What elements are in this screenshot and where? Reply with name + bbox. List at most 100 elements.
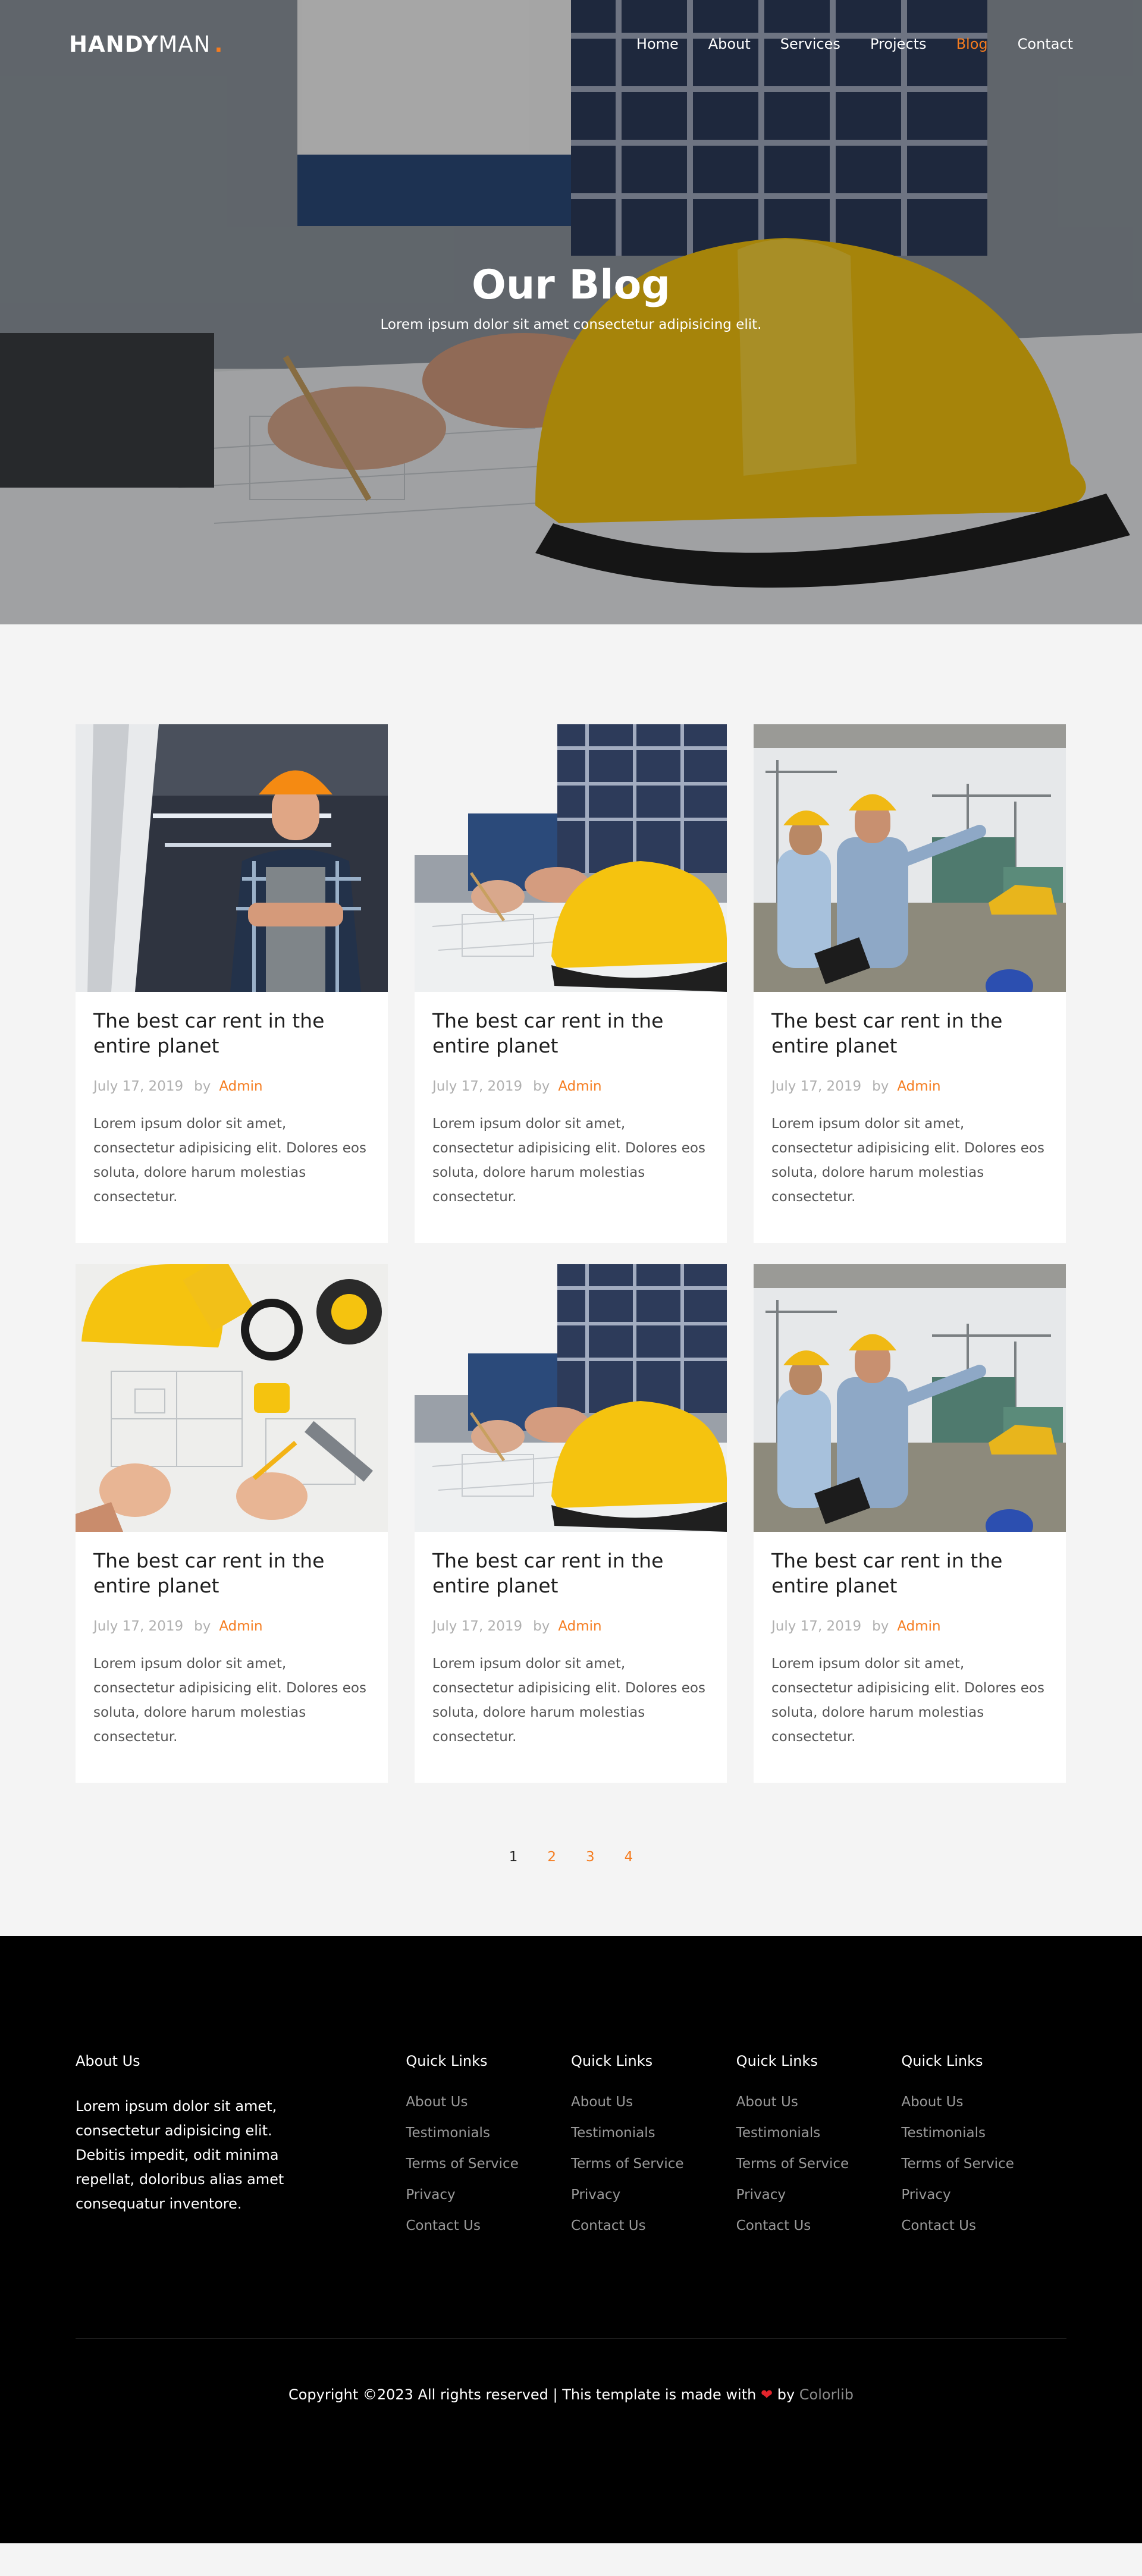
- copyright-by: by: [777, 2386, 795, 2403]
- post-image[interactable]: [76, 724, 388, 992]
- post-by: by: [194, 1079, 211, 1094]
- site-footer: About Us Lorem ipsum dolor sit amet, con…: [0, 1936, 1142, 2543]
- colorlib-link[interactable]: Colorlib: [799, 2386, 854, 2403]
- page-link-3[interactable]: 3: [586, 1849, 595, 1865]
- post-date: July 17, 2019: [93, 1619, 184, 1634]
- logo-bold: HANDY: [69, 31, 159, 57]
- footer-link-privacy[interactable]: Privacy: [901, 2187, 950, 2203]
- footer-link-terms[interactable]: Terms of Service: [406, 2156, 519, 2172]
- post-image[interactable]: [415, 1264, 727, 1532]
- post-excerpt: Lorem ipsum dolor sit amet, consectetur …: [432, 1116, 705, 1205]
- post-meta: July 17, 2019 by Admin: [771, 1619, 1048, 1634]
- post-title[interactable]: The best car rent in the entire planet: [432, 1009, 709, 1058]
- nav-about[interactable]: About: [708, 36, 751, 52]
- footer-link-about-us[interactable]: About Us: [736, 2094, 798, 2110]
- blog-card: The best car rent in the entire planet J…: [415, 1264, 727, 1783]
- blog-card: The best car rent in the entire planet J…: [754, 1264, 1066, 1783]
- footer-link-about-us[interactable]: About Us: [571, 2094, 633, 2110]
- page-title: Our Blog: [472, 262, 670, 309]
- page-link-1[interactable]: 1: [509, 1849, 518, 1865]
- footer-link-contact[interactable]: Contact Us: [571, 2218, 646, 2233]
- post-author[interactable]: Admin: [558, 1079, 601, 1094]
- footer-about-heading: About Us: [76, 2053, 140, 2069]
- post-image[interactable]: [754, 724, 1066, 992]
- footer-link-testimonials[interactable]: Testimonials: [901, 2125, 986, 2141]
- post-by: by: [194, 1619, 211, 1634]
- page-link-2[interactable]: 2: [547, 1849, 556, 1865]
- post-image[interactable]: [76, 1264, 388, 1532]
- footer-links-heading: Quick Links: [736, 2053, 818, 2069]
- post-author[interactable]: Admin: [558, 1619, 601, 1634]
- footer-columns: About Us Lorem ipsum dolor sit amet, con…: [76, 2053, 1066, 2249]
- post-meta: July 17, 2019 by Admin: [432, 1619, 709, 1634]
- footer-link-contact[interactable]: Contact Us: [736, 2218, 811, 2233]
- post-author[interactable]: Admin: [897, 1619, 940, 1634]
- blog-section: The best car rent in the entire planet J…: [0, 624, 1142, 1936]
- footer-link-testimonials[interactable]: Testimonials: [736, 2125, 821, 2141]
- footer-links-heading: Quick Links: [571, 2053, 653, 2069]
- post-date: July 17, 2019: [771, 1619, 862, 1634]
- copyright-text: Copyright ©2023 All rights reserved | Th…: [0, 2386, 1142, 2403]
- footer-links-column: Quick Links About Us Testimonials Terms …: [571, 2053, 736, 2249]
- nav-blog[interactable]: Blog: [956, 36, 988, 52]
- heart-icon: ❤: [760, 2386, 773, 2403]
- footer-link-privacy[interactable]: Privacy: [406, 2187, 455, 2203]
- nav-services[interactable]: Services: [780, 36, 840, 52]
- footer-link-privacy[interactable]: Privacy: [736, 2187, 786, 2203]
- post-title[interactable]: The best car rent in the entire planet: [93, 1009, 370, 1058]
- footer-link-about-us[interactable]: About Us: [406, 2094, 468, 2110]
- footer-link-contact[interactable]: Contact Us: [901, 2218, 976, 2233]
- site-logo[interactable]: HANDY MAN.: [69, 32, 223, 57]
- post-date: July 17, 2019: [432, 1619, 523, 1634]
- nav-projects[interactable]: Projects: [870, 36, 927, 52]
- card-body: The best car rent in the entire planet J…: [754, 1532, 1066, 1749]
- post-date: July 17, 2019: [93, 1079, 184, 1094]
- footer-link-contact[interactable]: Contact Us: [406, 2218, 481, 2233]
- footer-links-heading: Quick Links: [406, 2053, 488, 2069]
- nav-home[interactable]: Home: [636, 36, 679, 52]
- footer-link-testimonials[interactable]: Testimonials: [571, 2125, 655, 2141]
- page-link-4[interactable]: 4: [625, 1849, 633, 1865]
- post-meta: July 17, 2019 by Admin: [432, 1079, 709, 1094]
- pagination: 1 2 3 4: [0, 1849, 1142, 1865]
- post-author[interactable]: Admin: [897, 1079, 940, 1094]
- card-body: The best car rent in the entire planet J…: [76, 1532, 388, 1749]
- footer-link-testimonials[interactable]: Testimonials: [406, 2125, 490, 2141]
- footer-links-heading: Quick Links: [901, 2053, 983, 2069]
- post-by: by: [533, 1619, 550, 1634]
- post-image[interactable]: [415, 724, 727, 992]
- footer-link-terms[interactable]: Terms of Service: [901, 2156, 1014, 2172]
- footer-links-column: Quick Links About Us Testimonials Terms …: [736, 2053, 902, 2249]
- footer-link-terms[interactable]: Terms of Service: [571, 2156, 684, 2172]
- hero-section: HANDY MAN. Home About Services Projects B…: [0, 0, 1142, 624]
- blog-card: The best car rent in the entire planet J…: [754, 724, 1066, 1243]
- post-title[interactable]: The best car rent in the entire planet: [771, 1009, 1048, 1058]
- blog-card: The best car rent in the entire planet J…: [76, 724, 388, 1243]
- card-body: The best car rent in the entire planet J…: [415, 1532, 727, 1749]
- logo-dot: .: [214, 31, 224, 57]
- blog-card: The best car rent in the entire planet J…: [76, 1264, 388, 1783]
- post-author[interactable]: Admin: [219, 1079, 262, 1094]
- top-navbar: HANDY MAN. Home About Services Projects B…: [0, 0, 1142, 88]
- post-author[interactable]: Admin: [219, 1619, 262, 1634]
- nav-contact[interactable]: Contact: [1018, 36, 1073, 52]
- post-by: by: [872, 1619, 889, 1634]
- post-title[interactable]: The best car rent in the entire planet: [771, 1548, 1048, 1598]
- post-excerpt: Lorem ipsum dolor sit amet, consectetur …: [93, 1116, 366, 1205]
- post-title[interactable]: The best car rent in the entire planet: [93, 1548, 370, 1598]
- card-body: The best car rent in the entire planet J…: [415, 992, 727, 1210]
- card-body: The best car rent in the entire planet J…: [76, 992, 388, 1210]
- post-title[interactable]: The best car rent in the entire planet: [432, 1548, 709, 1598]
- post-image[interactable]: [754, 1264, 1066, 1532]
- footer-link-privacy[interactable]: Privacy: [571, 2187, 620, 2203]
- post-excerpt: Lorem ipsum dolor sit amet, consectetur …: [93, 1656, 366, 1745]
- post-excerpt: Lorem ipsum dolor sit amet, consectetur …: [432, 1656, 705, 1745]
- blog-card: The best car rent in the entire planet J…: [415, 724, 727, 1243]
- footer-link-about-us[interactable]: About Us: [901, 2094, 963, 2110]
- footer-link-terms[interactable]: Terms of Service: [736, 2156, 849, 2172]
- post-by: by: [533, 1079, 550, 1094]
- post-by: by: [872, 1079, 889, 1094]
- footer-divider: [76, 2338, 1066, 2339]
- copyright-prefix: Copyright ©2023 All rights reserved | Th…: [288, 2386, 757, 2403]
- footer-about-text: Lorem ipsum dolor sit amet, consectetur …: [76, 2098, 284, 2212]
